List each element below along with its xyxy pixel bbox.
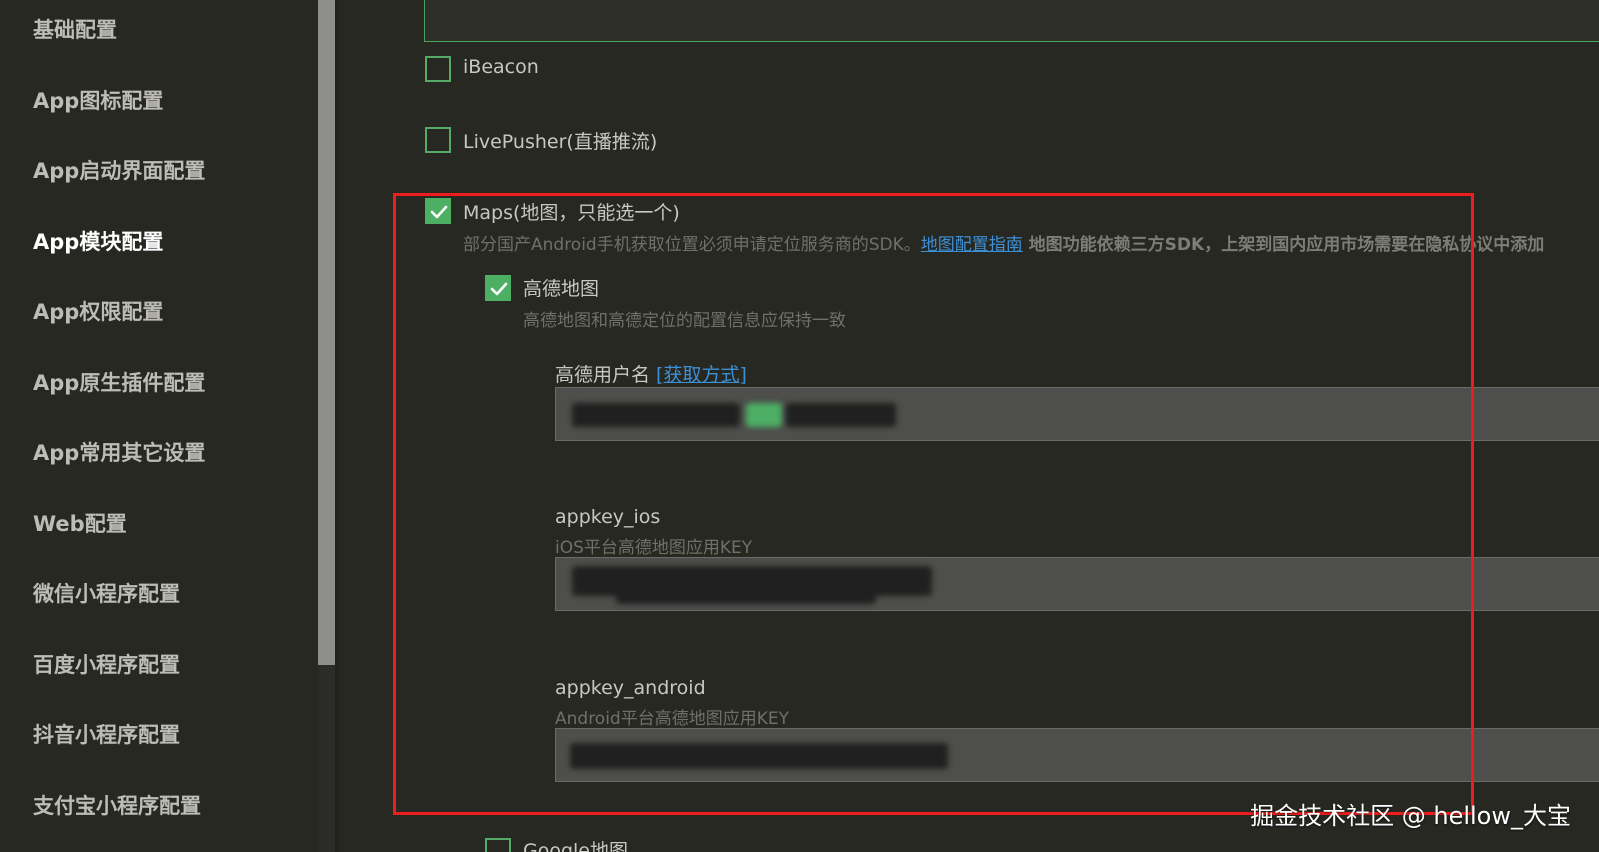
amap-description: 高德地图和高德定位的配置信息应保持一致: [523, 311, 846, 331]
appkey-android-input[interactable]: [555, 728, 1599, 782]
appkey-android-description: Android平台高德地图应用KEY: [555, 709, 789, 729]
get-method-link[interactable]: [获取方式]: [656, 364, 747, 386]
maps-description: 部分国产Android手机获取位置必须申请定位服务商的SDK。地图配置指南 地图…: [463, 230, 1544, 255]
sidebar-item-baidu-miniprogram-config[interactable]: 百度小程序配置: [33, 649, 180, 679]
amap-checkbox[interactable]: [485, 275, 511, 301]
maps-desc-privacy-note: 地图功能依赖三方SDK，上架到国内应用市场需要在隐私协议中添加: [1022, 235, 1545, 255]
sidebar-item-app-icon-config[interactable]: App图标配置: [33, 85, 163, 115]
maps-checkbox[interactable]: [425, 198, 451, 224]
sidebar-item-basic-config[interactable]: 基础配置: [33, 14, 117, 44]
ibeacon-checkbox[interactable]: [425, 56, 451, 82]
watermark: 掘金技术社区 @ hellow_大宝: [1250, 802, 1571, 830]
amap-username-label-text: 高德用户名: [555, 364, 657, 386]
hbuilder-manifest-editor: 基础配置 App图标配置 App启动界面配置 App模块配置 App权限配置 A…: [0, 0, 1599, 852]
redacted-value: [746, 403, 782, 427]
sidebar-item-app-module-config[interactable]: App模块配置: [33, 226, 163, 256]
map-config-guide-link[interactable]: 地图配置指南: [921, 235, 1023, 255]
livepusher-checkbox[interactable]: [425, 127, 451, 153]
redacted-value: [570, 743, 948, 769]
checkmark-icon: [430, 205, 448, 219]
appkey-android-label: appkey_android: [555, 677, 706, 699]
google-map-label: Google地图: [523, 840, 629, 852]
appkey-ios-input[interactable]: [555, 557, 1599, 611]
amap-label: 高德地图: [523, 278, 600, 300]
sidebar-item-wechat-miniprogram-config[interactable]: 微信小程序配置: [33, 578, 180, 608]
ibeacon-label: iBeacon: [463, 56, 539, 78]
livepusher-label: LivePusher(直播推流): [463, 131, 658, 153]
sidebar-item-alipay-miniprogram-config[interactable]: 支付宝小程序配置: [33, 790, 201, 820]
amap-username-label: 高德用户名 [获取方式]: [555, 360, 747, 387]
appkey-ios-label: appkey_ios: [555, 506, 661, 528]
redacted-value: [616, 588, 876, 604]
sidebar-scrollbar-thumb[interactable]: [318, 0, 335, 665]
sidebar-item-app-splash-config[interactable]: App启动界面配置: [33, 155, 205, 185]
sidebar-item-app-other-settings[interactable]: App常用其它设置: [33, 437, 205, 467]
checkmark-icon: [490, 282, 508, 296]
sidebar-item-app-native-plugin-config[interactable]: App原生插件配置: [33, 367, 205, 397]
sidebar-item-app-permission-config[interactable]: App权限配置: [33, 296, 163, 326]
top-text-input[interactable]: [424, 0, 1599, 42]
sidebar-item-douyin-miniprogram-config[interactable]: 抖音小程序配置: [33, 719, 180, 749]
sidebar-divider: [335, 0, 339, 852]
amap-username-input[interactable]: [555, 387, 1599, 441]
maps-desc-prefix: 部分国产Android手机获取位置必须申请定位服务商的SDK。: [463, 235, 921, 255]
appkey-ios-description: iOS平台高德地图应用KEY: [555, 538, 753, 558]
sidebar: 基础配置 App图标配置 App启动界面配置 App模块配置 App权限配置 A…: [0, 0, 318, 852]
redacted-value: [786, 403, 896, 427]
sidebar-item-web-config[interactable]: Web配置: [33, 508, 127, 538]
redacted-value: [572, 403, 740, 427]
maps-label: Maps(地图，只能选一个): [463, 202, 680, 224]
google-map-checkbox[interactable]: [485, 838, 511, 852]
